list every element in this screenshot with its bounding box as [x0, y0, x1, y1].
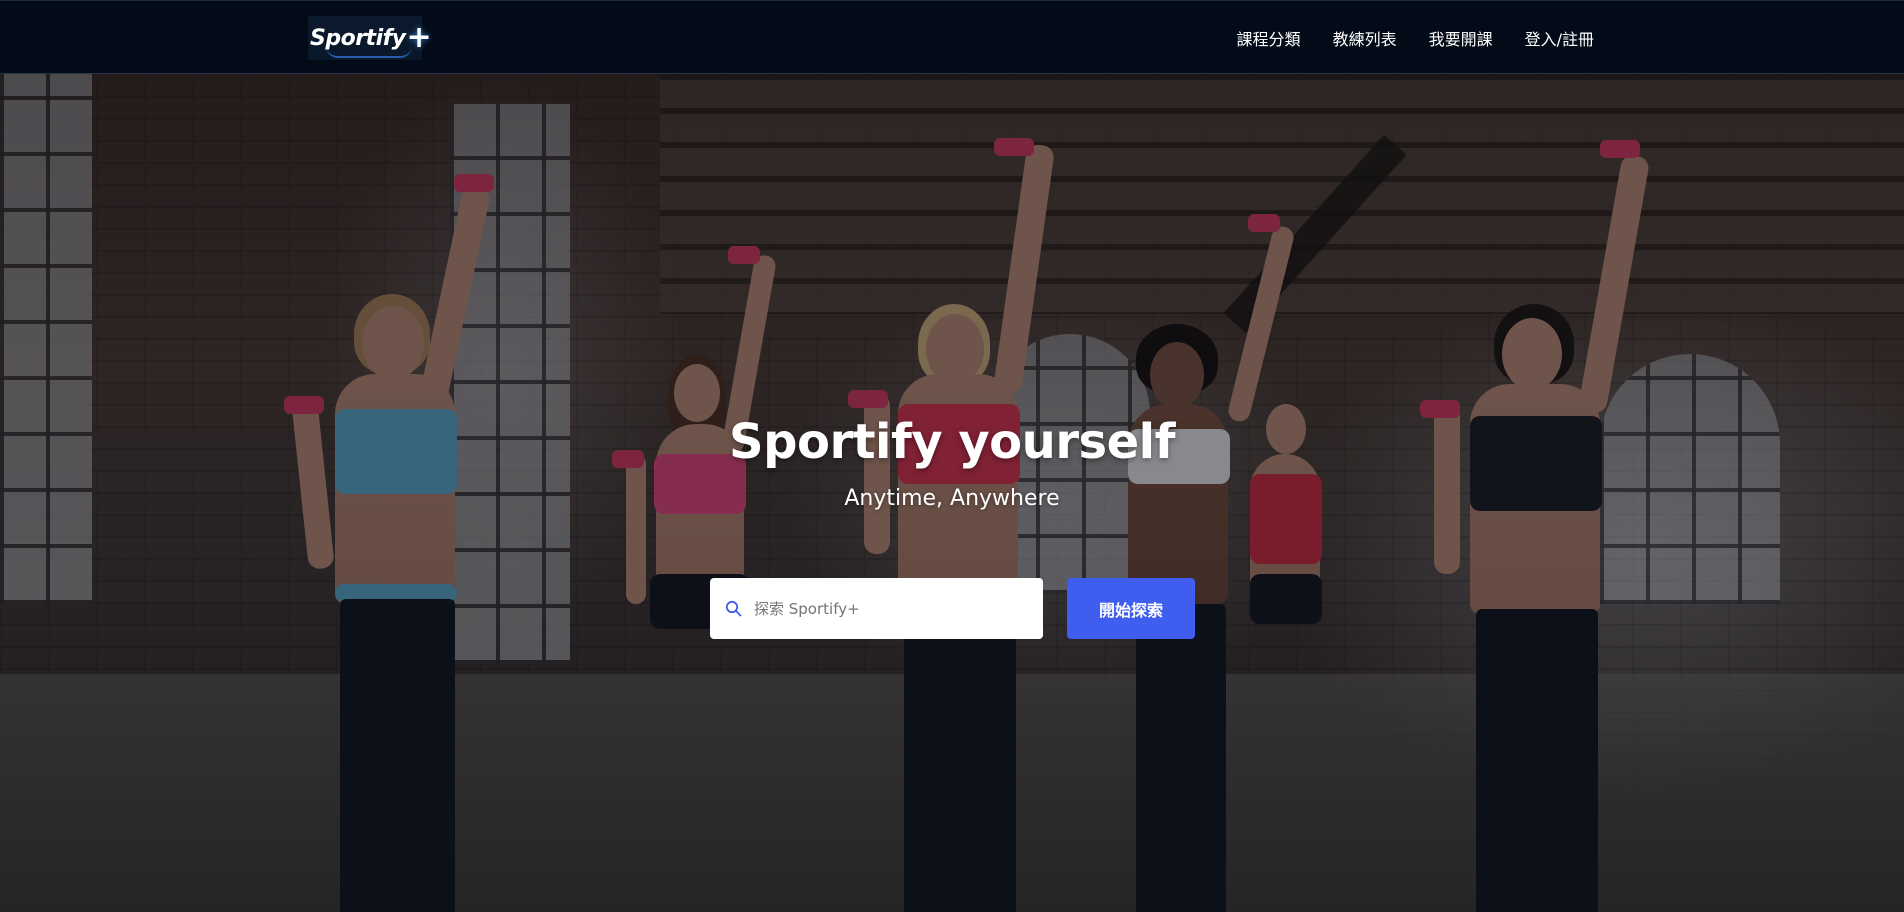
- main-nav: 課程分類 教練列表 我要開課 登入/註冊: [1237, 1, 1594, 75]
- hero-title: Sportify yourself: [729, 414, 1175, 470]
- hero-subtitle: Anytime, Anywhere: [844, 486, 1060, 511]
- search-icon: [724, 600, 742, 618]
- search-input[interactable]: [752, 588, 1032, 629]
- nav-link-open-course[interactable]: 我要開課: [1429, 26, 1493, 50]
- hero-section: Sportify yourself Anytime, Anywhere 開始探索: [0, 74, 1904, 912]
- nav-link-login-register[interactable]: 登入/註冊: [1525, 26, 1594, 50]
- nav-link-course-categories[interactable]: 課程分類: [1237, 26, 1301, 50]
- start-explore-button[interactable]: 開始探索: [1067, 578, 1195, 639]
- logo-swoosh-decoration: [326, 46, 412, 58]
- nav-link-coach-list[interactable]: 教練列表: [1333, 26, 1397, 50]
- search-box[interactable]: [710, 578, 1043, 639]
- top-navbar: Sportify + 課程分類 教練列表 我要開課 登入/註冊: [0, 0, 1904, 74]
- brand-logo[interactable]: Sportify +: [308, 16, 432, 60]
